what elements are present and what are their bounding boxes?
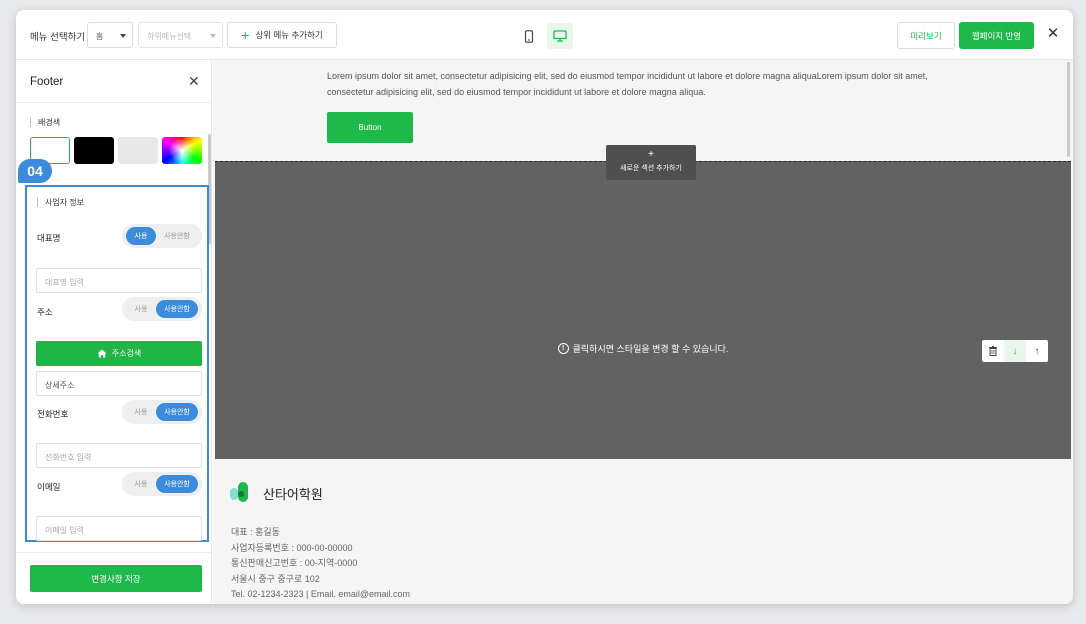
page-canvas: Lorem ipsum dolor sit amet, consectetur … [213,60,1073,604]
chevron-down-icon [210,34,216,38]
footer-settings-panel: Footer ✕ 배경색 04 사업자 정보 대표명 사용 사용안함 대표명 입… [16,60,212,604]
ceo-toggle-on[interactable]: 사용 [126,227,156,245]
color-picker-swatch[interactable] [162,137,202,164]
footer-line-contact: Tel. 02-1234-2323 | Email. email@email.c… [231,589,411,599]
content-button[interactable]: Button [327,112,413,143]
mobile-view-button[interactable] [516,23,542,49]
info-icon: ! [557,343,569,354]
panel-title: Footer [30,76,64,88]
home-menu-select[interactable]: 홈 [87,22,133,48]
ceo-toggle[interactable]: 사용 사용안함 [122,224,202,248]
move-down-button[interactable]: ↓ [1004,340,1026,362]
home-menu-select-value: 홈 [96,32,104,41]
desktop-view-button[interactable] [547,23,573,49]
move-up-button[interactable]: ↑ [1026,340,1048,362]
divider [16,552,212,553]
ceo-toggle-off[interactable]: 사용안함 [156,227,198,245]
footer-preview[interactable]: 산타어학원 대표 : 홍길동 사업자등록번호 : 000-00-00000 통신… [213,460,1073,604]
step-badge: 04 [18,159,52,183]
email-toggle-off[interactable]: 사용안함 [156,475,198,493]
arrow-down-icon: ↓ [1012,345,1018,357]
email-toggle[interactable]: 사용 사용안함 [122,472,202,496]
ceo-input[interactable]: 대표명 입력 [36,268,202,293]
chevron-down-icon [120,34,126,38]
add-top-menu-label: 상위 메뉴 추가하기 [255,30,323,40]
add-section-button[interactable]: + 새로운 섹션 추가하기 [606,145,696,180]
email-input[interactable]: 이메일 입력 [36,516,202,541]
trash-icon [989,346,997,356]
plus-icon: + [241,27,250,43]
section-tools: ↓ ↑ [982,340,1048,362]
preview-button[interactable]: 미리보기 [897,22,955,49]
phone-label: 전화번호 [37,409,69,419]
canvas-scrollbar[interactable] [1067,62,1070,157]
brand-logo-icon [230,482,248,502]
footer-line-ceo: 대표 : 홍길동 [231,527,280,537]
lorem-text: Lorem ipsum dolor sit amet, consectetur … [327,71,928,97]
home-icon [97,349,107,358]
editor-window: 메뉴 선택하기 홈 하위메뉴선택 + 상위 메뉴 추가하기 미리보기 웹페이지 … [16,10,1073,604]
submenu-select-placeholder: 하위메뉴선택 [147,32,192,41]
address-toggle[interactable]: 사용 사용안함 [122,297,202,321]
desktop-icon [553,30,567,42]
menu-select-label: 메뉴 선택하기 [30,32,86,43]
phone-input[interactable]: 전화번호 입력 [36,443,202,468]
close-icon[interactable]: ✕ [1046,26,1060,41]
email-label: 이메일 [37,482,61,492]
bg-color-label: 배경색 [30,118,60,127]
style-hint-text: 클릭하시면 스타일을 변경 할 수 있습니다. [572,344,729,354]
footer-info: 대표 : 홍길동 사업자등록번호 : 000-00-00000 통신판매신고번호… [231,525,410,603]
plus-icon: + [648,149,654,160]
apply-to-webpage-button[interactable]: 웹페이지 반영 [959,22,1034,49]
save-changes-button[interactable]: 변경사항 저장 [30,565,202,592]
ceo-label: 대표명 [37,233,61,243]
footer-line-address: 서울시 중구 중구로 102 [231,573,320,584]
address-toggle-off[interactable]: 사용안함 [156,300,198,318]
phone-toggle-on[interactable]: 사용 [126,403,156,421]
address-search-button[interactable]: 주소검색 [36,341,202,366]
brand-name: 산타어학원 [263,487,323,502]
top-toolbar: 메뉴 선택하기 홈 하위메뉴선택 + 상위 메뉴 추가하기 미리보기 웹페이지 … [16,10,1073,60]
divider [16,102,212,103]
mobile-icon [524,29,534,43]
selected-section[interactable]: ! 클릭하시면 스타일을 변경 할 수 있습니다. ↓ ↑ [215,161,1071,459]
footer-line-biz-number: 사업자등록번호 : 000-00-00000 [231,542,353,553]
detail-address-input[interactable]: 상세주소 [36,371,202,396]
close-icon[interactable]: ✕ [188,73,200,90]
style-hint: ! 클릭하시면 스타일을 변경 할 수 있습니다. [215,342,1071,355]
submenu-select[interactable]: 하위메뉴선택 [138,22,223,48]
add-top-menu-button[interactable]: + 상위 메뉴 추가하기 [227,22,337,48]
email-toggle-on[interactable]: 사용 [126,475,156,493]
address-label: 주소 [37,307,53,317]
phone-toggle[interactable]: 사용 사용안함 [122,400,202,424]
footer-line-sales-report: 통신판매신고번호 : 00-지역-0000 [231,558,358,568]
business-info-label: 사업자 정보 [37,198,84,207]
add-section-label: 새로운 섹션 추가하기 [620,165,682,172]
phone-toggle-off[interactable]: 사용안함 [156,403,198,421]
address-toggle-on[interactable]: 사용 [126,300,156,318]
swatch-gray[interactable] [118,137,158,164]
arrow-up-icon: ↑ [1034,345,1040,357]
delete-section-button[interactable] [982,340,1004,362]
swatch-black[interactable] [74,137,114,164]
address-search-label: 주소검색 [111,349,142,358]
